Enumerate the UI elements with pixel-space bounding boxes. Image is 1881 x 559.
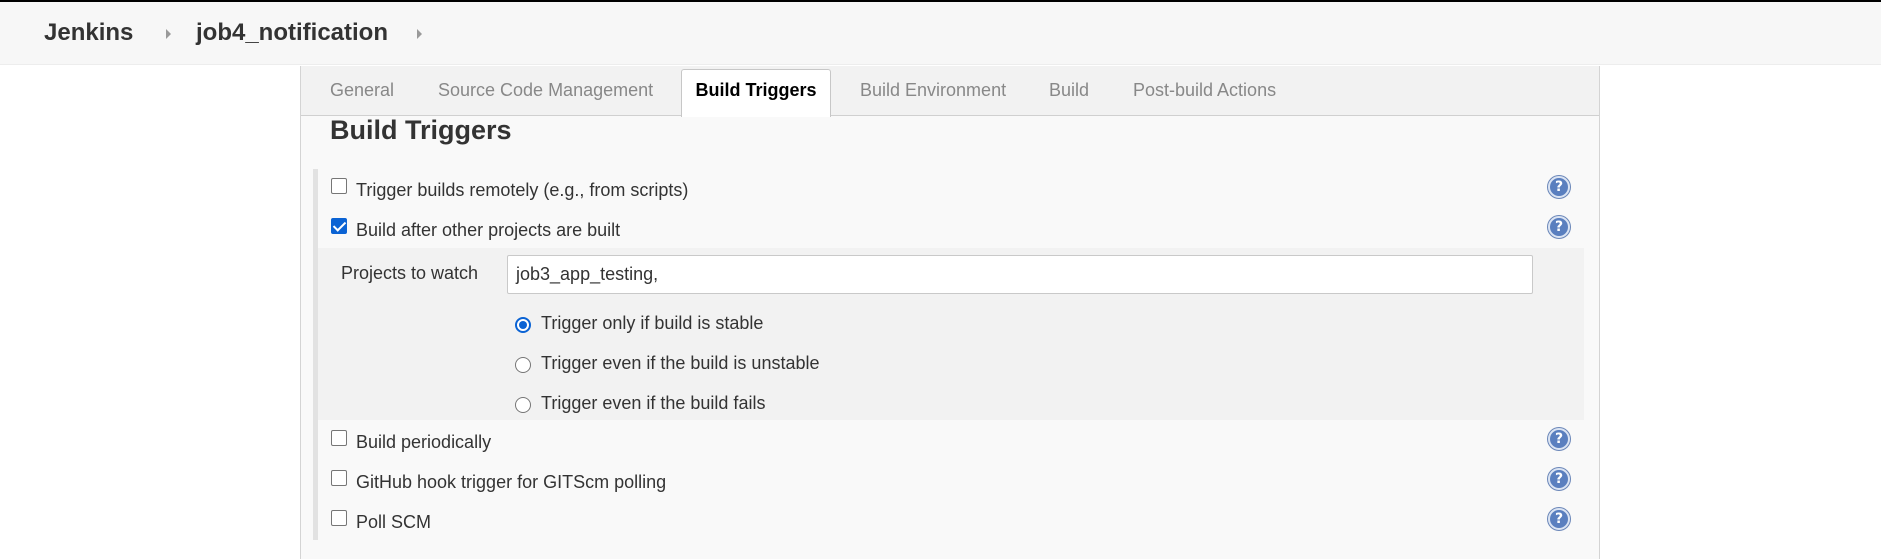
config-panel: General Source Code Management Build Tri… (300, 66, 1600, 559)
help-icon[interactable]: ? (1548, 468, 1570, 490)
help-icon[interactable]: ? (1548, 508, 1570, 530)
trigger-unstable-radio[interactable] (515, 357, 531, 373)
trigger-remotely-checkbox[interactable] (331, 178, 347, 194)
tab-build[interactable]: Build (1049, 79, 1089, 101)
breadcrumb-arrow-icon[interactable] (166, 29, 171, 39)
projects-to-watch-input[interactable]: job3_app_testing, (507, 255, 1533, 294)
projects-to-watch-label: Projects to watch (341, 263, 479, 283)
config-tabbar: General Source Code Management Build Tri… (301, 66, 1599, 117)
tab-general[interactable]: General (330, 79, 394, 101)
poll-scm-label[interactable]: Poll SCM (356, 511, 431, 533)
build-after-other-projects-label[interactable]: Build after other projects are built (356, 219, 620, 241)
tab-post-build-actions[interactable]: Post-build Actions (1133, 79, 1276, 101)
poll-scm-checkbox[interactable] (331, 510, 347, 526)
section-title: Build Triggers (330, 115, 512, 145)
breadcrumb-arrow-icon[interactable] (417, 29, 422, 39)
trigger-stable-radio[interactable] (515, 317, 531, 333)
help-icon[interactable]: ? (1548, 216, 1570, 238)
build-periodically-checkbox[interactable] (331, 430, 347, 446)
tab-source-code-management[interactable]: Source Code Management (438, 79, 653, 101)
build-periodically-label[interactable]: Build periodically (356, 431, 491, 453)
github-hook-trigger-checkbox[interactable] (331, 470, 347, 486)
breadcrumb: Jenkins job4_notification (0, 2, 1881, 65)
trigger-stable-label[interactable]: Trigger only if build is stable (541, 312, 763, 334)
trigger-unstable-label[interactable]: Trigger even if the build is unstable (541, 352, 820, 374)
trigger-fails-radio[interactable] (515, 397, 531, 413)
tab-build-triggers[interactable]: Build Triggers (681, 69, 831, 117)
help-icon[interactable]: ? (1548, 428, 1570, 450)
build-after-other-projects-checkbox[interactable] (331, 218, 347, 234)
github-hook-trigger-label[interactable]: GitHub hook trigger for GITScm polling (356, 471, 666, 493)
breadcrumb-jenkins[interactable]: Jenkins (44, 19, 133, 47)
breadcrumb-job[interactable]: job4_notification (196, 19, 388, 47)
trigger-fails-label[interactable]: Trigger even if the build fails (541, 392, 765, 414)
trigger-remotely-label[interactable]: Trigger builds remotely (e.g., from scri… (356, 179, 688, 201)
tab-build-environment[interactable]: Build Environment (860, 79, 1006, 101)
help-icon[interactable]: ? (1548, 176, 1570, 198)
